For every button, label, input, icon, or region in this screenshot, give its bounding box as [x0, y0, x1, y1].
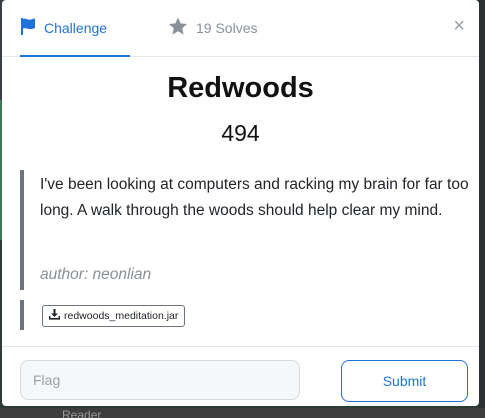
challenge-title: Redwoods: [167, 72, 314, 104]
file-download-button[interactable]: redwoods_meditation.jar: [42, 305, 186, 327]
star-icon: [168, 17, 196, 39]
tab-challenge[interactable]: Challenge: [20, 0, 130, 57]
close-icon[interactable]: ×: [453, 16, 465, 36]
file-name: redwoods_meditation.jar: [64, 310, 179, 322]
background-right: [479, 0, 485, 418]
background-text: Reader: [62, 408, 102, 418]
challenge-description-block: I've been looking at computers and racki…: [20, 170, 469, 290]
challenge-modal: Challenge 19 Solves × Redwoods 494 I've …: [2, 0, 479, 406]
challenge-files-block: redwoods_meditation.jar: [20, 300, 224, 330]
footer-divider: [2, 346, 479, 347]
background-bottom: Reader: [0, 408, 485, 418]
challenge-description: I've been looking at computers and racki…: [40, 176, 469, 219]
tab-solves-label: 19 Solves: [196, 20, 258, 36]
submit-button[interactable]: Submit: [341, 360, 468, 402]
flag-input[interactable]: [20, 360, 300, 400]
active-tab-indicator: [20, 55, 130, 57]
tab-challenge-label: Challenge: [44, 20, 108, 36]
flag-icon: [20, 18, 44, 38]
modal-tabs: Challenge 19 Solves ×: [2, 0, 479, 57]
download-icon: [49, 309, 64, 323]
challenge-author: author: neonlian: [40, 266, 152, 283]
challenge-points: 494: [221, 120, 260, 146]
tab-solves[interactable]: 19 Solves: [168, 0, 257, 56]
